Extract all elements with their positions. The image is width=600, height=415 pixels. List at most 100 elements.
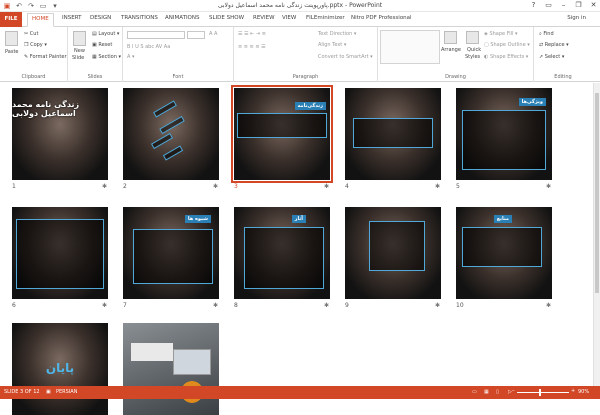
tab-slide-show[interactable]: SLIDE SHOW xyxy=(209,15,244,21)
reset-icon: ▣ xyxy=(92,42,97,48)
new-slide-label-2[interactable]: Slide xyxy=(72,55,84,61)
font-size-field[interactable] xyxy=(187,31,205,39)
transition-star-icon: ✱ xyxy=(435,183,441,190)
list-buttons[interactable]: ☰ ☰ ⇤ ⇥ ≡ xyxy=(238,31,266,37)
align-text-button[interactable]: Align Text ▾ xyxy=(318,42,346,48)
ribbon-home: Paste ✂ Cut ❐ Copy ▾ ✎ Format Painter Cl… xyxy=(0,27,600,82)
font-format-buttons[interactable]: B I U S abc AV Aa xyxy=(127,44,170,50)
transition-star-icon: ✱ xyxy=(546,183,552,190)
tab-view[interactable]: VIEW xyxy=(282,15,296,21)
slide-thumbnail-2[interactable] xyxy=(123,88,219,180)
cut-icon: ✂ xyxy=(24,31,29,37)
close-button[interactable]: ✕ xyxy=(589,1,598,10)
shapes-gallery[interactable] xyxy=(380,30,440,64)
slide-thumbnail-9[interactable] xyxy=(345,207,441,299)
clipboard-group-label: Clipboard xyxy=(21,74,46,80)
slide-number: 9 xyxy=(345,302,349,309)
convert-smartart-button[interactable]: Convert to SmartArt ▾ xyxy=(318,54,373,60)
tab-file[interactable]: FILE xyxy=(0,12,22,27)
slide-thumbnail-12[interactable] xyxy=(123,323,219,415)
reading-view-icon[interactable]: ▯ xyxy=(496,389,499,395)
transition-star-icon: ✱ xyxy=(324,302,330,309)
transition-star-icon: ✱ xyxy=(546,302,552,309)
transition-star-icon: ✱ xyxy=(102,183,108,190)
tab-design[interactable]: DESIGN xyxy=(90,15,111,21)
slide-thumbnail-5[interactable]: ویژگی‌ها xyxy=(456,88,552,180)
laptop-image xyxy=(173,349,211,375)
reset-button[interactable]: ▣ Reset xyxy=(92,42,112,48)
select-button[interactable]: ➚ Select ▾ xyxy=(539,54,564,60)
normal-view-icon[interactable]: ▭ xyxy=(472,389,477,395)
group-drawing: Arrange Quick Styles ◈ Shape Fill ▾ ▢ Sh… xyxy=(378,27,534,82)
tab-animations[interactable]: ANIMATIONS xyxy=(165,15,200,21)
convert-smartart-label: Convert to SmartArt xyxy=(318,54,369,60)
slide-header: زندگی‌نامه xyxy=(294,102,326,110)
tab-nitro-pdf[interactable]: Nitro PDF Professional xyxy=(351,15,412,21)
slide-thumbnail-3[interactable]: زندگی‌نامه xyxy=(231,85,333,183)
section-button[interactable]: ▦ Section ▾ xyxy=(92,54,121,60)
slide-thumbnail-6[interactable] xyxy=(12,207,108,299)
replace-button[interactable]: ⇄ Replace ▾ xyxy=(539,42,569,48)
tab-insert[interactable]: INSERT xyxy=(62,15,81,21)
font-grow-shrink[interactable]: A A xyxy=(209,31,217,37)
tab-fileminimizer[interactable]: FILEminimizer xyxy=(306,15,345,21)
new-slide-icon[interactable] xyxy=(73,31,86,46)
scrollbar-thumb[interactable] xyxy=(595,93,599,293)
text-direction-button[interactable]: Text Direction ▾ xyxy=(318,31,356,37)
slide-number: 10 xyxy=(456,302,464,309)
ribbon-tabs: FILE HOME INSERT DESIGN TRANSITIONS ANIM… xyxy=(0,12,600,27)
slide-thumbnail-7[interactable]: شیوه ها xyxy=(123,207,219,299)
group-font: A A B I U S abc AV Aa A ▾ Font xyxy=(123,27,234,82)
group-paragraph: ☰ ☰ ⇤ ⇥ ≡ ≡ ≡ ≡ ≡ ☰ Text Direction ▾ Ali… xyxy=(234,27,378,82)
font-name-field[interactable] xyxy=(127,31,185,39)
copy-button[interactable]: ❐ Copy ▾ xyxy=(24,42,47,48)
window-controls: ? ▭ – ❐ ✕ xyxy=(529,1,598,10)
font-group-label: Font xyxy=(172,74,184,80)
align-buttons[interactable]: ≡ ≡ ≡ ≡ ☰ xyxy=(238,44,266,50)
find-button[interactable]: ⌕ Find xyxy=(539,31,554,37)
sign-in-link[interactable]: Sign in xyxy=(567,15,586,21)
shape-effects-button[interactable]: ◐ Shape Effects ▾ xyxy=(484,54,528,60)
ribbon-display-icon[interactable]: ▭ xyxy=(544,1,553,10)
zoom-level[interactable]: 90% xyxy=(578,389,589,395)
arrange-icon[interactable] xyxy=(444,31,457,44)
cut-button[interactable]: ✂ Cut xyxy=(24,31,38,37)
slide-thumbnail-8[interactable]: آثار xyxy=(234,207,330,299)
proofing-icon[interactable]: ▣ xyxy=(46,389,51,395)
language-indicator[interactable]: PERSIAN xyxy=(56,389,77,395)
quick-styles-icon[interactable] xyxy=(466,31,479,44)
status-bar: SLIDE 3 OF 12 ▣ PERSIAN ▭ ▦ ▯ ▷ – + 90% xyxy=(0,386,600,399)
layout-button[interactable]: ▤ Layout ▾ xyxy=(92,31,119,37)
zoom-slider-thumb[interactable] xyxy=(539,389,541,396)
zoom-slider[interactable] xyxy=(517,392,569,393)
new-slide-label[interactable]: New xyxy=(74,48,85,54)
slide-thumbnail-1[interactable]: زندگی نامه محمد اسماعیل دولابی xyxy=(12,88,108,180)
minimize-button[interactable]: – xyxy=(559,1,568,10)
vertical-scrollbar[interactable] xyxy=(593,83,600,386)
paste-icon[interactable] xyxy=(5,31,18,46)
paste-button[interactable]: Paste xyxy=(5,49,19,55)
zoom-in-icon[interactable]: + xyxy=(571,388,575,394)
tab-home[interactable]: HOME xyxy=(27,13,54,27)
section-label: Section xyxy=(98,54,117,60)
shape-fill-button[interactable]: ◈ Shape Fill ▾ xyxy=(484,31,518,37)
slide-sorter-icon[interactable]: ▦ xyxy=(484,389,489,395)
section-icon: ▦ xyxy=(92,54,97,60)
styles-label[interactable]: Styles xyxy=(465,54,480,60)
shape-outline-button[interactable]: ▢ Shape Outline ▾ xyxy=(484,42,530,48)
quick-label[interactable]: Quick xyxy=(467,47,481,53)
slides-group-label: Slides xyxy=(87,74,103,80)
slide-thumbnail-11[interactable]: پایان xyxy=(12,323,108,415)
transition-star-icon: ✱ xyxy=(213,183,219,190)
arrange-button[interactable]: Arrange xyxy=(441,47,461,53)
font-color-button[interactable]: A ▾ xyxy=(127,54,135,60)
text-box xyxy=(369,221,425,271)
maximize-button[interactable]: ❐ xyxy=(574,1,583,10)
slide-thumbnail-10[interactable]: منابع xyxy=(456,207,552,299)
tab-transitions[interactable]: TRANSITIONS xyxy=(121,15,158,21)
zoom-out-icon[interactable]: – xyxy=(512,388,515,394)
format-painter-button[interactable]: ✎ Format Painter xyxy=(24,54,67,60)
slide-thumbnail-4[interactable] xyxy=(345,88,441,180)
help-icon[interactable]: ? xyxy=(529,1,538,10)
tab-review[interactable]: REVIEW xyxy=(253,15,275,21)
